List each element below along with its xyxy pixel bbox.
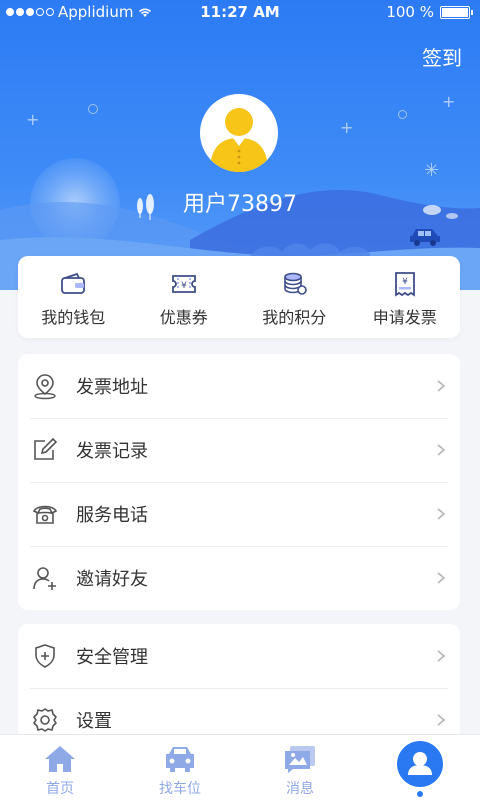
tab-find-parking[interactable]: 找车位 xyxy=(120,735,240,800)
quick-action-points[interactable]: 我的积分 xyxy=(239,256,349,338)
quick-actions-card: 我的钱包 ¥ 优惠券 我的积分 ¥ 申请发票 xyxy=(18,256,460,338)
menu-item-invite-friends[interactable]: 邀请好友 xyxy=(18,546,460,610)
username: 用户73897 xyxy=(183,192,297,217)
menu-item-label: 安全管理 xyxy=(76,647,148,668)
chevron-right-icon xyxy=(437,508,446,520)
profile-header: Applidium 11:27 AM 100 % 签到 + + + ✳ 用户73… xyxy=(0,0,480,290)
menu-item-invoice-records[interactable]: 发票记录 xyxy=(18,418,460,482)
shield-icon xyxy=(35,644,55,668)
invoice-icon: ¥ xyxy=(394,272,415,297)
bubble-decoration xyxy=(398,110,407,119)
chevron-right-icon xyxy=(437,650,446,662)
quick-action-label: 我的积分 xyxy=(262,308,327,327)
signin-button[interactable]: 签到 xyxy=(422,42,462,71)
menu-item-security[interactable]: 安全管理 xyxy=(18,624,460,688)
chevron-right-icon xyxy=(437,444,446,456)
active-tab-indicator xyxy=(417,791,423,797)
chevron-right-icon xyxy=(437,714,446,726)
tab-bar: 首页 找车位 消息 xyxy=(0,734,480,800)
bubble-decoration xyxy=(88,104,98,114)
quick-action-wallet[interactable]: 我的钱包 xyxy=(18,256,128,338)
svg-text:¥: ¥ xyxy=(402,277,408,287)
tab-me[interactable] xyxy=(360,735,480,800)
phone-icon xyxy=(32,505,58,524)
chevron-right-icon xyxy=(437,380,446,392)
menu-item-label: 发票地址 xyxy=(76,377,148,398)
wallet-icon xyxy=(61,272,86,294)
menu-item-label: 发票记录 xyxy=(76,441,148,462)
sparkle-icon: + xyxy=(26,110,40,129)
quick-action-invoice[interactable]: ¥ 申请发票 xyxy=(350,256,460,338)
battery-percent: 100 % xyxy=(386,3,434,21)
svg-text:¥: ¥ xyxy=(181,281,187,291)
menu-item-service-phone[interactable]: 服务电话 xyxy=(18,482,460,546)
avatar[interactable] xyxy=(200,94,278,172)
menu-item-label: 服务电话 xyxy=(76,505,148,526)
quick-action-label: 优惠券 xyxy=(159,308,208,327)
menu-card-primary: 发票地址 发票记录 服务电话 邀请好友 xyxy=(18,354,460,610)
tab-home[interactable]: 首页 xyxy=(0,735,120,800)
menu-item-label: 邀请好友 xyxy=(76,569,148,590)
menu-item-invoice-address[interactable]: 发票地址 xyxy=(18,354,460,418)
coupon-icon: ¥ xyxy=(171,275,196,293)
sparkle-icon: + xyxy=(442,92,456,111)
gear-icon xyxy=(33,708,57,732)
car-icon xyxy=(166,747,194,772)
user-icon xyxy=(408,752,432,775)
coins-icon xyxy=(284,272,308,295)
sparkle-icon: + xyxy=(340,118,354,137)
quick-action-label: 我的钱包 xyxy=(41,308,106,327)
home-icon xyxy=(45,746,75,772)
battery-icon xyxy=(440,5,473,19)
edit-icon xyxy=(34,437,58,460)
user-avatar-illustration xyxy=(210,108,268,172)
quick-action-label: 申请发票 xyxy=(372,308,437,327)
status-bar: Applidium 11:27 AM 100 % xyxy=(0,0,480,24)
tab-messages[interactable]: 消息 xyxy=(240,735,360,800)
tab-label: 首页 xyxy=(46,781,74,797)
status-right: 100 % xyxy=(386,3,473,21)
message-icon xyxy=(285,746,315,773)
quick-action-coupon[interactable]: ¥ 优惠券 xyxy=(129,256,239,338)
tab-me-button[interactable] xyxy=(397,741,443,787)
tab-label: 找车位 xyxy=(159,781,201,797)
add-user-icon xyxy=(33,567,56,590)
chevron-right-icon xyxy=(437,572,446,584)
tab-label: 消息 xyxy=(286,781,314,797)
menu-card-secondary: 安全管理 设置 xyxy=(18,624,460,744)
location-pin-icon xyxy=(34,374,56,400)
menu-item-label: 设置 xyxy=(76,711,112,732)
